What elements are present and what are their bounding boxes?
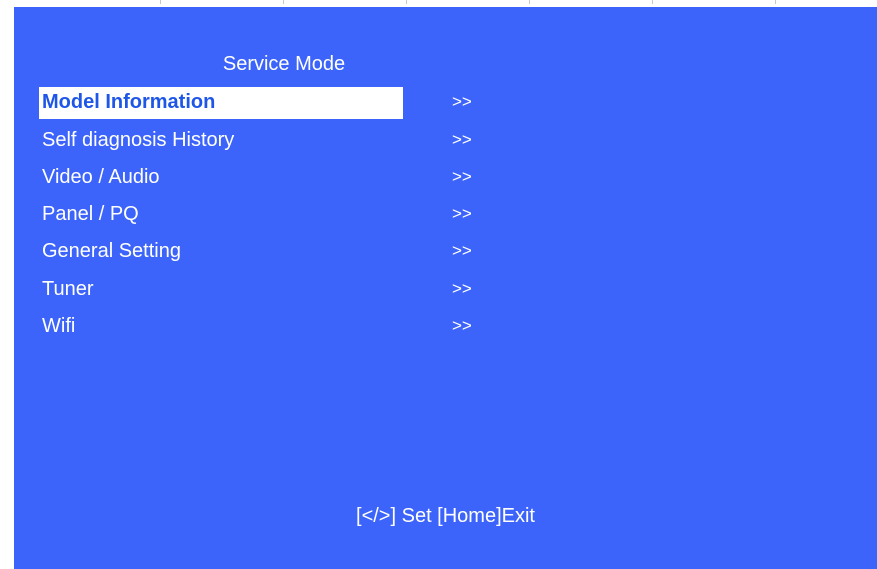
submenu-arrow: >> (452, 167, 472, 186)
menu-item-panel-pq[interactable]: Panel / PQ >> (39, 199, 494, 229)
menu-item-self-diagnosis-history[interactable]: Self diagnosis History >> (39, 125, 494, 155)
menu-item-video-audio[interactable]: Video / Audio >> (39, 162, 494, 192)
submenu-arrow: >> (452, 92, 472, 111)
top-edge-ticks (0, 0, 877, 7)
submenu-arrow: >> (452, 130, 472, 149)
submenu-arrow: >> (452, 204, 472, 223)
edge-tick (283, 0, 284, 4)
page-title: Service Mode (222, 53, 346, 75)
service-mode-screen: Service Mode Model Information >> Self d… (14, 7, 877, 569)
menu-item-wifi[interactable]: Wifi >> (39, 311, 494, 341)
menu-item-label: Wifi (42, 315, 76, 337)
edge-tick (652, 0, 653, 4)
edge-tick (529, 0, 530, 4)
menu-item-label: Video / Audio (42, 166, 160, 188)
edge-tick (406, 0, 407, 4)
menu-item-label: Self diagnosis History (42, 129, 235, 151)
menu-item-model-information[interactable]: Model Information >> (39, 87, 494, 119)
menu-item-label: Model Information (42, 91, 216, 113)
menu-item-tuner[interactable]: Tuner >> (39, 274, 494, 304)
menu-item-label: Panel / PQ (42, 203, 139, 225)
menu-item-label: General Setting (42, 240, 181, 262)
menu-item-label: Tuner (42, 278, 94, 300)
submenu-arrow: >> (452, 316, 472, 335)
menu-item-general-setting[interactable]: General Setting >> (39, 236, 494, 266)
submenu-arrow: >> (452, 279, 472, 298)
submenu-arrow: >> (452, 241, 472, 260)
edge-tick (160, 0, 161, 4)
key-help-footer: [</>] Set [Home]Exit (356, 505, 535, 527)
edge-tick (775, 0, 776, 4)
